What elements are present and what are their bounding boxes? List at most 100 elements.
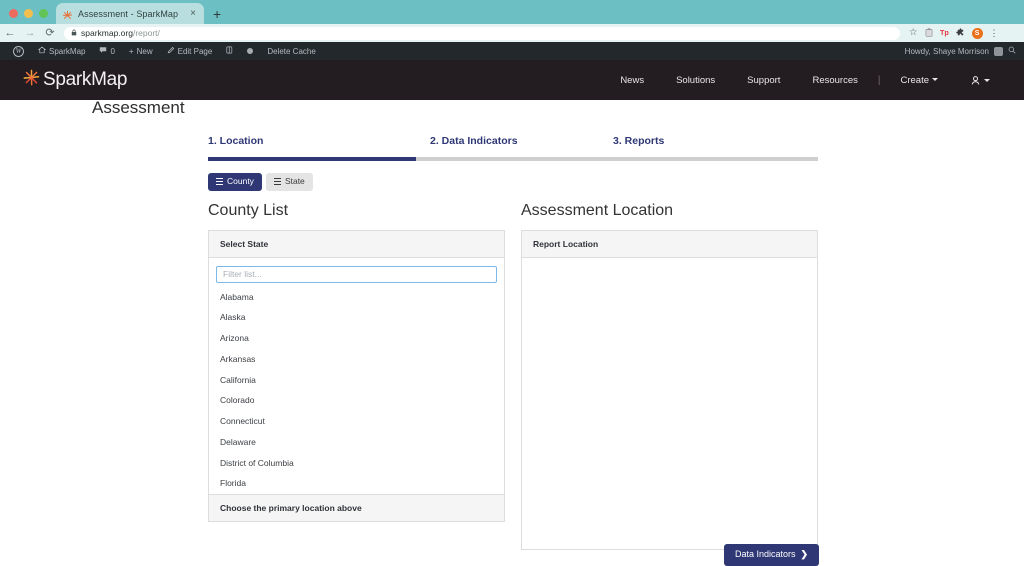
county-mode-button[interactable]: County [208, 173, 262, 191]
comment-icon [99, 46, 107, 56]
admin-bar-new-label: New [137, 47, 153, 56]
wizard-steps: 1. Location 2. Data Indicators 3. Report… [208, 135, 818, 161]
nav-item-resources[interactable]: Resources [796, 75, 873, 86]
county-list-heading: County List [208, 202, 505, 220]
admin-bar-howdy[interactable]: Howdy, Shaye Morrison [905, 47, 989, 56]
close-tab-icon[interactable]: × [188, 9, 198, 19]
list-item[interactable]: Arizona [209, 328, 504, 349]
primary-location-hint: Choose the primary location above [209, 494, 504, 521]
main-navigation: News Solutions Support Resources | Creat… [604, 75, 1024, 86]
list-item[interactable]: Florida [209, 473, 504, 494]
url-path: /report/ [133, 28, 160, 38]
admin-bar-new[interactable]: + New [122, 47, 160, 56]
admin-bar-edit-page[interactable]: Edit Page [160, 46, 220, 56]
list-item[interactable]: Colorado [209, 390, 504, 411]
tab-location[interactable]: 1. Location [208, 135, 430, 147]
tab-reports[interactable]: 3. Reports [613, 135, 664, 147]
avatar[interactable] [994, 47, 1003, 56]
plus-icon: + [129, 47, 134, 56]
admin-bar-site-name[interactable]: SparkMap [31, 46, 92, 56]
list-item[interactable]: Delaware [209, 432, 504, 453]
admin-bar-edit-label: Edit Page [178, 47, 213, 56]
extension-clipboard-icon[interactable] [925, 28, 933, 39]
browser-tab-active[interactable]: Assessment - SparkMap × [56, 3, 204, 24]
filter-input[interactable] [216, 266, 497, 283]
assessment-location-column: Assessment Location Report Location [521, 202, 818, 550]
maximize-window-button[interactable] [39, 9, 48, 18]
address-bar[interactable]: sparkmap.org/report/ [64, 27, 900, 40]
plugin-icon [226, 46, 233, 56]
data-indicators-next-button[interactable]: Data Indicators ❯ [724, 544, 819, 566]
state-list[interactable]: Alabama Alaska Arizona Arkansas Californ… [209, 287, 504, 495]
nav-item-support[interactable]: Support [731, 75, 796, 86]
wordpress-logo-icon[interactable]: W [6, 46, 31, 57]
minimize-window-button[interactable] [24, 9, 33, 18]
site-header: SparkMap News Solutions Support Resource… [0, 60, 1024, 100]
wordpress-admin-bar: W SparkMap 0 + New [0, 42, 1024, 60]
chevron-right-icon: ❯ [801, 550, 809, 559]
list-item[interactable]: Arkansas [209, 349, 504, 370]
admin-bar-site-label: SparkMap [49, 47, 85, 56]
nav-item-solutions[interactable]: Solutions [660, 75, 731, 86]
admin-bar-left-items: W SparkMap 0 + New [0, 46, 323, 57]
admin-bar-status[interactable] [240, 48, 260, 54]
new-tab-button[interactable]: + [204, 7, 229, 24]
sparkmap-star-icon [62, 8, 73, 19]
county-mode-label: County [227, 177, 254, 186]
comment-count: 0 [110, 47, 114, 56]
profile-avatar[interactable]: S [972, 28, 983, 39]
nav-create-label: Create [900, 75, 929, 86]
list-item[interactable]: Connecticut [209, 411, 504, 432]
list-icon [274, 178, 281, 185]
forward-icon[interactable]: → [20, 28, 40, 39]
list-icon [216, 178, 223, 185]
report-location-panel: Report Location [521, 230, 818, 550]
house-icon [38, 46, 46, 56]
admin-bar-plugin[interactable] [219, 46, 240, 56]
list-item[interactable]: District of Columbia [209, 453, 504, 474]
select-state-body: Alabama Alaska Arizona Arkansas Californ… [209, 258, 504, 494]
lock-icon [71, 29, 77, 38]
back-icon[interactable]: ← [0, 28, 20, 39]
search-icon[interactable] [1008, 46, 1016, 56]
sparkmap-star-icon [22, 68, 41, 92]
reload-icon[interactable]: ⟳ [40, 28, 60, 39]
admin-bar-comments[interactable]: 0 [92, 46, 121, 56]
extensions-puzzle-icon[interactable] [956, 28, 965, 39]
tab-data-indicators[interactable]: 2. Data Indicators [430, 135, 613, 147]
list-item[interactable]: California [209, 370, 504, 391]
browser-toolbar: ← → ⟳ sparkmap.org/report/ ☆ Tp [0, 24, 1024, 42]
window-controls[interactable] [0, 9, 56, 24]
extension-tp-icon[interactable]: Tp [940, 28, 949, 39]
list-item[interactable]: Alabama [209, 287, 504, 308]
nav-item-news[interactable]: News [604, 75, 660, 86]
nav-item-account[interactable] [954, 75, 1006, 86]
bookmark-star-icon[interactable]: ☆ [909, 28, 918, 38]
nav-separator: | [874, 75, 885, 86]
browser-window: Assessment - SparkMap × + ← → ⟳ sparkmap… [0, 0, 1024, 565]
browser-tab-strip: Assessment - SparkMap × + [0, 0, 1024, 24]
address-bar-url: sparkmap.org/report/ [81, 28, 160, 38]
nav-item-create[interactable]: Create [884, 75, 954, 86]
state-mode-label: State [285, 177, 305, 186]
wizard-progress-fill [208, 157, 416, 161]
status-dot-icon [247, 48, 253, 54]
state-mode-button[interactable]: State [266, 173, 313, 191]
report-location-header: Report Location [522, 231, 817, 258]
chrome-menu-icon[interactable]: ⋮ [990, 29, 999, 38]
next-button-label: Data Indicators [735, 550, 796, 559]
site-brand-label: SparkMap [43, 69, 127, 91]
browser-actions: ☆ Tp S ⋮ [900, 28, 1006, 39]
wizard-progress-bar [208, 157, 818, 161]
report-location-body [522, 258, 817, 549]
page-title: Assessment [92, 98, 185, 118]
wizard-tab-list: 1. Location 2. Data Indicators 3. Report… [208, 135, 818, 147]
pencil-icon [167, 46, 175, 56]
chevron-down-icon [984, 79, 990, 82]
list-item[interactable]: Alaska [209, 307, 504, 328]
site-logo[interactable]: SparkMap [0, 68, 127, 92]
county-list-column: County List Select State Alabama Alaska … [208, 202, 505, 522]
close-window-button[interactable] [9, 9, 18, 18]
admin-bar-delete-cache[interactable]: Delete Cache [260, 47, 322, 56]
assessment-location-heading: Assessment Location [521, 202, 818, 220]
